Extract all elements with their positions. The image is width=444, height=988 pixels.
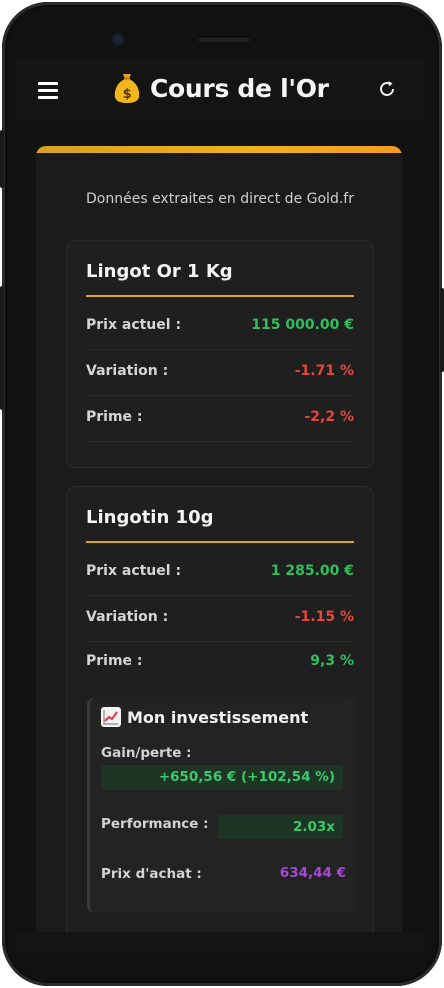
svg-text:$: $: [123, 87, 132, 102]
variation-value: -1.15 %: [294, 609, 354, 625]
row-variation: Variation : -1.71 %: [86, 351, 354, 396]
power-button: [0, 130, 4, 188]
product-card-10g: Lingotin 10g Prix actuel : 1 285.00 € Va…: [66, 486, 374, 932]
refresh-icon[interactable]: [376, 78, 398, 100]
front-camera: [111, 32, 125, 46]
card-title: Lingot Or 1 Kg: [86, 261, 233, 282]
row-label: Prix actuel :: [86, 563, 182, 579]
current-price-value: 1 285.00 €: [270, 563, 354, 579]
app-title-text: Cours de l'Or: [150, 73, 329, 103]
performance-label: Performance :: [101, 816, 209, 832]
chart-increasing-icon: [101, 707, 121, 727]
row-label: Variation :: [86, 363, 169, 379]
earpiece-speaker: [198, 36, 250, 42]
row-label: Prix actuel :: [86, 317, 182, 333]
performance-box: 2.03x: [218, 815, 343, 839]
investment-title: Mon investissement: [101, 707, 308, 727]
investment-panel: Mon investissement Gain/perte : +650,56 …: [87, 697, 356, 913]
premium-value: 9,3 %: [310, 653, 354, 669]
hamburger-menu-icon[interactable]: [38, 78, 62, 102]
premium-value: -2,2 %: [304, 409, 354, 425]
row-label: Variation :: [86, 609, 169, 625]
side-button-right: [440, 288, 444, 372]
volume-button: [0, 286, 4, 410]
performance-value: 2.03x: [292, 819, 335, 835]
app-title: $ Cours de l'Or: [112, 68, 329, 108]
gold-accent-bar: [36, 146, 402, 153]
row-label: Prime :: [86, 409, 143, 425]
purchase-price-value: 634,44 €: [279, 865, 346, 881]
row-label: Prime :: [86, 653, 143, 669]
gain-value: +650,56 € (+102,54 %): [158, 769, 335, 785]
purchase-price-label: Prix d'achat :: [101, 866, 202, 882]
app-screen: $ Cours de l'Or Données extraites en dir…: [16, 58, 424, 932]
money-bag-icon: $: [112, 72, 142, 104]
row-premium: Prime : -2,2 %: [86, 397, 354, 442]
system-nav-bar: [16, 932, 424, 952]
row-current-price: Prix actuel : 1 285.00 €: [86, 551, 354, 596]
gain-label: Gain/perte :: [101, 745, 192, 761]
row-variation: Variation : -1.15 %: [86, 597, 354, 642]
current-price-value: 115 000.00 €: [251, 317, 354, 333]
product-card-1kg: Lingot Or 1 Kg Prix actuel : 115 000.00 …: [66, 240, 374, 468]
app-header: $ Cours de l'Or: [16, 58, 424, 126]
row-current-price: Prix actuel : 115 000.00 €: [86, 305, 354, 350]
variation-value: -1.71 %: [294, 363, 354, 379]
card-divider: [86, 295, 354, 297]
row-premium: Prime : 9,3 %: [86, 641, 354, 685]
card-divider: [86, 541, 354, 543]
gain-box: +650,56 € (+102,54 %): [101, 765, 343, 790]
main-panel: Données extraites en direct de Gold.fr L…: [36, 146, 402, 932]
investment-title-text: Mon investissement: [127, 707, 309, 727]
card-title: Lingotin 10g: [86, 507, 214, 528]
source-note: Données extraites en direct de Gold.fr: [86, 191, 354, 207]
